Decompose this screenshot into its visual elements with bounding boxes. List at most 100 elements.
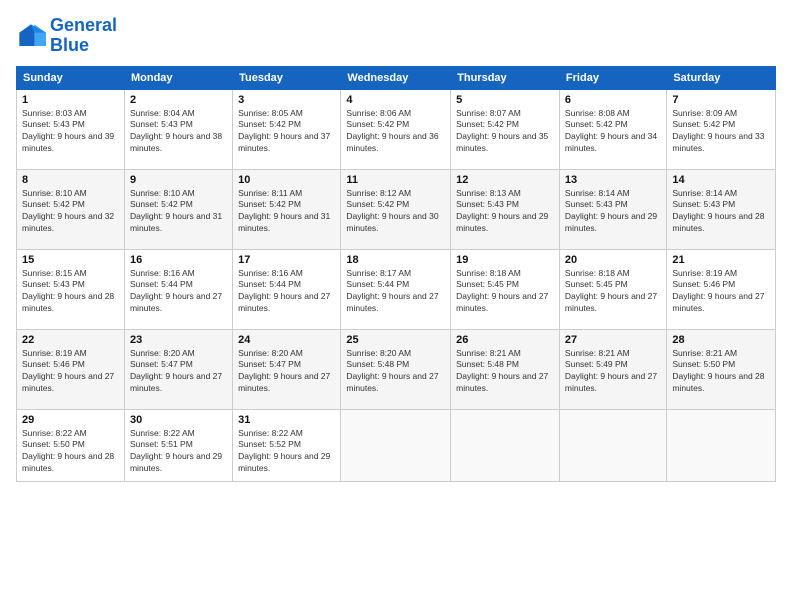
day-number: 8 [22,174,119,186]
header-thursday: Thursday [451,66,560,89]
day-info: Sunrise: 8:10 AM Sunset: 5:42 PM Dayligh… [22,188,119,236]
sunset-value: 5:42 PM [596,119,628,129]
day-info: Sunrise: 8:10 AM Sunset: 5:42 PM Dayligh… [130,188,227,236]
sunrise-label: Sunrise: [130,428,164,438]
daylight-label: Daylight: 9 hours and 27 minutes. [130,371,222,393]
day-info: Sunrise: 8:17 AM Sunset: 5:44 PM Dayligh… [346,268,445,316]
day-info: Sunrise: 8:12 AM Sunset: 5:42 PM Dayligh… [346,188,445,236]
sunset-value: 5:50 PM [704,359,736,369]
sunset-value: 5:43 PM [161,119,193,129]
calendar-cell: 25 Sunrise: 8:20 AM Sunset: 5:48 PM Dayl… [341,329,451,409]
sunset-value: 5:45 PM [487,279,519,289]
sunset-value: 5:42 PM [378,119,410,129]
daylight-label: Daylight: 9 hours and 27 minutes. [346,371,438,393]
calendar-cell: 9 Sunrise: 8:10 AM Sunset: 5:42 PM Dayli… [124,169,232,249]
day-info: Sunrise: 8:09 AM Sunset: 5:42 PM Dayligh… [672,108,770,156]
sunset-value: 5:48 PM [378,359,410,369]
day-number: 4 [346,94,445,106]
calendar-cell: 26 Sunrise: 8:21 AM Sunset: 5:48 PM Dayl… [451,329,560,409]
sunrise-value: 8:04 AM [164,108,195,118]
sunrise-label: Sunrise: [130,348,164,358]
sunset-value: 5:43 PM [704,199,736,209]
daylight-label: Daylight: 9 hours and 32 minutes. [22,211,114,233]
daylight-label: Daylight: 9 hours and 27 minutes. [456,371,548,393]
day-number: 18 [346,254,445,266]
calendar-week-row: 1 Sunrise: 8:03 AM Sunset: 5:43 PM Dayli… [17,89,776,169]
day-info: Sunrise: 8:06 AM Sunset: 5:42 PM Dayligh… [346,108,445,156]
calendar-week-row: 29 Sunrise: 8:22 AM Sunset: 5:50 PM Dayl… [17,409,776,481]
sunset-value: 5:42 PM [487,119,519,129]
sunset-value: 5:49 PM [596,359,628,369]
day-number: 1 [22,94,119,106]
sunset-label: Sunset: [346,119,377,129]
day-number: 28 [672,334,770,346]
sunset-label: Sunset: [238,279,269,289]
day-number: 19 [456,254,554,266]
sunrise-label: Sunrise: [238,348,272,358]
sunset-label: Sunset: [130,439,161,449]
sunset-value: 5:44 PM [161,279,193,289]
day-info: Sunrise: 8:08 AM Sunset: 5:42 PM Dayligh… [565,108,661,156]
daylight-label: Daylight: 9 hours and 31 minutes. [238,211,330,233]
sunrise-value: 8:13 AM [490,188,521,198]
sunset-label: Sunset: [672,279,703,289]
calendar-cell: 24 Sunrise: 8:20 AM Sunset: 5:47 PM Dayl… [233,329,341,409]
day-info: Sunrise: 8:18 AM Sunset: 5:45 PM Dayligh… [565,268,661,316]
sunset-label: Sunset: [130,199,161,209]
header: General Blue [16,16,776,56]
sunrise-value: 8:12 AM [380,188,411,198]
calendar-cell: 30 Sunrise: 8:22 AM Sunset: 5:51 PM Dayl… [124,409,232,481]
day-number: 25 [346,334,445,346]
sunset-label: Sunset: [456,199,487,209]
day-number: 7 [672,94,770,106]
daylight-label: Daylight: 9 hours and 27 minutes. [672,291,764,313]
calendar-cell [341,409,451,481]
sunset-value: 5:46 PM [53,359,85,369]
sunset-value: 5:50 PM [53,439,85,449]
day-info: Sunrise: 8:13 AM Sunset: 5:43 PM Dayligh… [456,188,554,236]
day-number: 24 [238,334,335,346]
calendar-cell [451,409,560,481]
daylight-label: Daylight: 9 hours and 31 minutes. [130,211,222,233]
sunset-label: Sunset: [238,359,269,369]
sunrise-label: Sunrise: [672,348,706,358]
day-info: Sunrise: 8:15 AM Sunset: 5:43 PM Dayligh… [22,268,119,316]
sunrise-label: Sunrise: [130,268,164,278]
sunset-label: Sunset: [565,359,596,369]
day-number: 23 [130,334,227,346]
sunset-value: 5:42 PM [269,119,301,129]
day-number: 12 [456,174,554,186]
calendar-cell: 31 Sunrise: 8:22 AM Sunset: 5:52 PM Dayl… [233,409,341,481]
day-number: 20 [565,254,661,266]
day-info: Sunrise: 8:18 AM Sunset: 5:45 PM Dayligh… [456,268,554,316]
sunrise-label: Sunrise: [672,188,706,198]
header-tuesday: Tuesday [233,66,341,89]
sunset-label: Sunset: [238,439,269,449]
calendar-cell: 11 Sunrise: 8:12 AM Sunset: 5:42 PM Dayl… [341,169,451,249]
sunset-value: 5:52 PM [269,439,301,449]
daylight-label: Daylight: 9 hours and 27 minutes. [565,371,657,393]
sunrise-label: Sunrise: [456,348,490,358]
sunset-label: Sunset: [456,279,487,289]
calendar-week-row: 15 Sunrise: 8:15 AM Sunset: 5:43 PM Dayl… [17,249,776,329]
sunset-label: Sunset: [22,199,53,209]
sunset-value: 5:42 PM [161,199,193,209]
sunrise-value: 8:16 AM [272,268,303,278]
day-number: 5 [456,94,554,106]
sunrise-value: 8:20 AM [380,348,411,358]
calendar-cell: 28 Sunrise: 8:21 AM Sunset: 5:50 PM Dayl… [667,329,776,409]
sunset-value: 5:46 PM [704,279,736,289]
sunrise-value: 8:14 AM [706,188,737,198]
day-info: Sunrise: 8:21 AM Sunset: 5:50 PM Dayligh… [672,348,770,396]
sunset-value: 5:45 PM [596,279,628,289]
day-info: Sunrise: 8:16 AM Sunset: 5:44 PM Dayligh… [130,268,227,316]
sunrise-label: Sunrise: [238,188,272,198]
sunrise-label: Sunrise: [22,428,56,438]
sunset-label: Sunset: [22,359,53,369]
sunrise-value: 8:07 AM [490,108,521,118]
day-info: Sunrise: 8:22 AM Sunset: 5:50 PM Dayligh… [22,428,119,476]
day-info: Sunrise: 8:20 AM Sunset: 5:48 PM Dayligh… [346,348,445,396]
calendar-cell: 22 Sunrise: 8:19 AM Sunset: 5:46 PM Dayl… [17,329,125,409]
sunrise-value: 8:14 AM [598,188,629,198]
daylight-label: Daylight: 9 hours and 36 minutes. [346,131,438,153]
